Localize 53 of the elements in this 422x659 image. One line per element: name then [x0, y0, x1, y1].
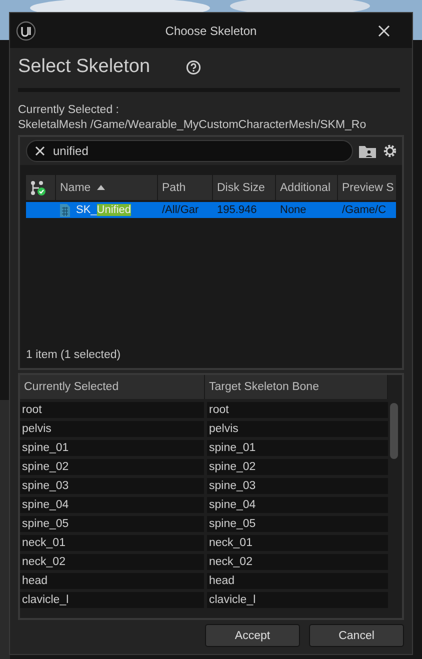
- logo-icon: [16, 20, 36, 40]
- column-header: Currently Selected: [20, 375, 205, 399]
- bone-cell[interactable]: root: [207, 402, 388, 418]
- skeleton-check-icon[interactable]: [30, 180, 46, 196]
- bone-cell: spine_02: [20, 459, 204, 475]
- column-header[interactable]: Name: [56, 175, 158, 200]
- bone-cell[interactable]: pelvis: [207, 421, 388, 437]
- bone-cell[interactable]: spine_02: [207, 459, 388, 475]
- bone-cell[interactable]: neck_01: [207, 535, 388, 551]
- bone-cell[interactable]: clavicle_l: [207, 592, 388, 608]
- bone-cell: root: [20, 402, 204, 418]
- table-cell-text: /All/Gar: [161, 203, 200, 218]
- bone-cell: neck_02: [20, 554, 204, 570]
- item-count: 1 item (1 selected): [25, 348, 122, 363]
- asset-name: SK_Unified: [76, 204, 132, 216]
- window-title: Choose Skeleton: [164, 24, 258, 38]
- bone-cell: spine_04: [20, 497, 204, 513]
- asset-row[interactable]: SK_Unified /All/Gar 195.946 None /Game/C: [26, 202, 396, 218]
- sort-icon: [96, 185, 105, 190]
- bone-cell: pelvis: [20, 421, 204, 437]
- bone-cell: head: [20, 573, 204, 589]
- cancel-button[interactable]: Cancel: [309, 624, 404, 647]
- settings-icon[interactable]: [382, 143, 398, 159]
- bone-cell: spine_03: [20, 478, 204, 494]
- column-header: Target Skeleton Bone: [205, 375, 388, 399]
- clear-icon[interactable]: [35, 146, 45, 156]
- bone-cell[interactable]: neck_02: [207, 554, 388, 570]
- grid-icon: [60, 204, 70, 216]
- close-icon: [378, 24, 390, 36]
- bone-cell[interactable]: spine_04: [207, 497, 388, 513]
- bone-cell[interactable]: head: [207, 573, 388, 589]
- table-cell-text: None: [279, 203, 308, 218]
- bone-cell: clavicle_l: [20, 592, 204, 608]
- search-field[interactable]: unified: [26, 140, 353, 162]
- dialog-heading: Select Skeleton: [18, 56, 150, 78]
- column-header[interactable]: Preview S: [338, 175, 396, 200]
- folder-icon[interactable]: [359, 144, 376, 158]
- bone-cell[interactable]: spine_05: [207, 516, 388, 532]
- bone-cell: spine_05: [20, 516, 204, 532]
- accept-button[interactable]: Accept: [205, 624, 300, 647]
- column-header[interactable]: Path: [158, 175, 213, 200]
- table-cell-text: 195.946: [216, 203, 258, 218]
- bone-cell: spine_01: [20, 440, 204, 456]
- table-cell-text: /Game/C: [341, 203, 388, 218]
- help-icon[interactable]: [186, 60, 202, 74]
- column-header[interactable]: Additional: [276, 175, 338, 200]
- bone-cell[interactable]: spine_01: [207, 440, 388, 456]
- current-path: SkeletalMesh /Game/Wearable_MyCustomCharacterMesh/SKM_Ro: [18, 119, 368, 131]
- current-label: Currently Selected :: [18, 104, 120, 116]
- bone-cell: neck_01: [20, 535, 204, 551]
- scrollbar-thumb[interactable]: [390, 403, 398, 459]
- column-header[interactable]: Disk Size: [213, 175, 276, 200]
- bone-cell[interactable]: spine_03: [207, 478, 388, 494]
